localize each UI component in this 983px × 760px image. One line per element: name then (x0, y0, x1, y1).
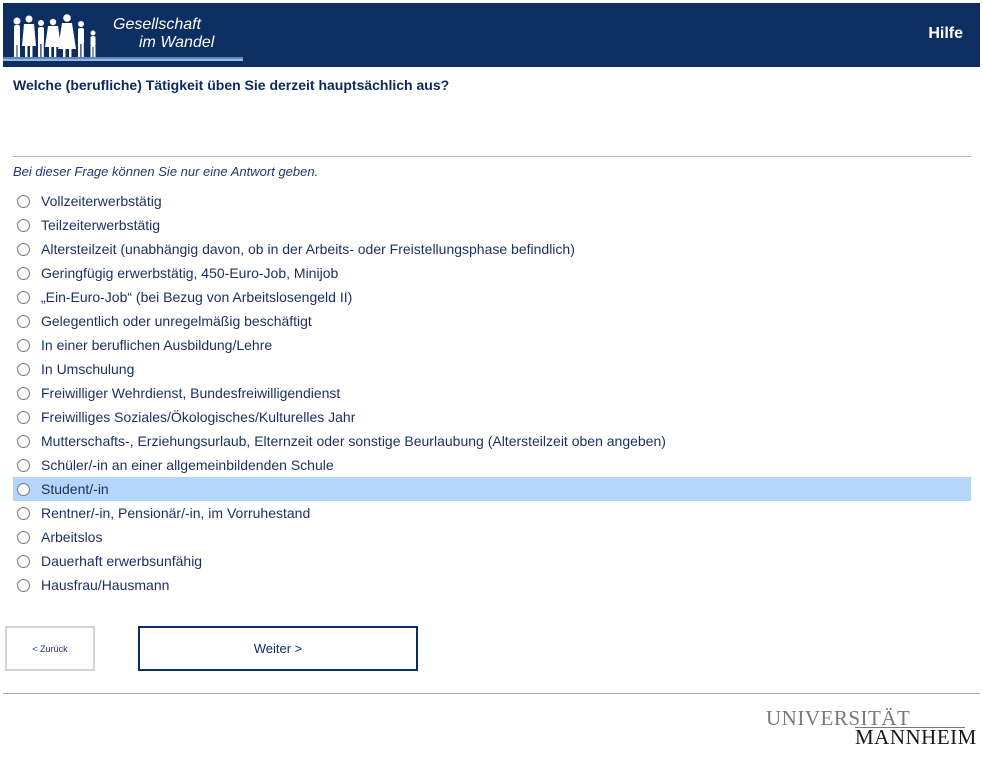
radio-button[interactable] (17, 266, 30, 280)
answer-option-label: Arbeitslos (41, 529, 103, 545)
gesellschaft-im-wandel-logo: Gesellschaft im Wandel (3, 3, 243, 67)
answer-option[interactable]: Rentner/-in, Pensionär/-in, im Vorruhest… (13, 501, 971, 525)
radio-button[interactable] (17, 506, 30, 520)
answer-option-label: Geringfügig erwerbstätig, 450-Euro-Job, … (41, 265, 339, 281)
question-divider (13, 156, 971, 157)
radio-button[interactable] (17, 554, 30, 568)
answer-option-label: In Umschulung (41, 361, 135, 377)
answer-option[interactable]: Vollzeiterwerbstätig (13, 189, 971, 213)
next-button[interactable]: Weiter > (138, 626, 418, 671)
radio-button[interactable] (17, 314, 30, 328)
answer-option[interactable]: Schüler/-in an einer allgemeinbildenden … (13, 453, 971, 477)
answer-option[interactable]: Student/-in (13, 477, 971, 501)
radio-button[interactable] (17, 218, 30, 232)
back-button[interactable]: < Zurück (5, 626, 95, 671)
logo-swoosh-line (3, 57, 243, 61)
radio-button[interactable] (17, 530, 30, 544)
radio-button[interactable] (17, 458, 30, 472)
answer-option-label: Hausfrau/Hausmann (41, 577, 170, 593)
answer-option[interactable]: Hausfrau/Hausmann (13, 573, 971, 597)
radio-button[interactable] (17, 434, 30, 448)
footer-divider (3, 693, 980, 694)
answer-option[interactable]: „Ein-Euro-Job“ (bei Bezug von Arbeitslos… (13, 285, 971, 309)
answer-option[interactable]: In Umschulung (13, 357, 971, 381)
answer-option-label: In einer beruflichen Ausbildung/Lehre (41, 337, 273, 353)
answer-option-label: „Ein-Euro-Job“ (bei Bezug von Arbeitslos… (41, 289, 353, 305)
help-link[interactable]: Hilfe (928, 25, 963, 43)
answer-instruction: Bei dieser Frage können Sie nur eine Ant… (13, 164, 319, 179)
answer-option[interactable]: Freiwilliger Wehrdienst, Bundesfreiwilli… (13, 381, 971, 405)
radio-button[interactable] (17, 194, 30, 208)
answer-option-label: Altersteilzeit (unabhängig davon, ob in … (41, 241, 575, 257)
answer-option-label: Gelegentlich oder unregelmäßig beschäfti… (41, 313, 312, 329)
universitaet-mannheim-logo: UNIVERSITÄT MANNHEIM (766, 707, 976, 748)
answer-option[interactable]: Dauerhaft erwerbsunfähig (13, 549, 971, 573)
logo-university-line2: MANNHEIM (855, 725, 977, 749)
answer-option[interactable]: Freiwilliges Soziales/Ökologisches/Kultu… (13, 405, 971, 429)
answer-options-list: Vollzeiterwerbstätig Teilzeiterwerbstätig… (13, 189, 971, 597)
answer-option-label: Vollzeiterwerbstätig (41, 193, 162, 209)
radio-button[interactable] (17, 290, 30, 304)
radio-button[interactable] (17, 338, 30, 352)
answer-option[interactable]: In einer beruflichen Ausbildung/Lehre (13, 333, 971, 357)
radio-button[interactable] (17, 578, 30, 592)
answer-option-label: Schüler/-in an einer allgemeinbildenden … (41, 457, 334, 473)
header-bar: Gesellschaft im Wandel Hilfe (3, 3, 980, 67)
answer-option[interactable]: Geringfügig erwerbstätig, 450-Euro-Job, … (13, 261, 971, 285)
answer-option[interactable]: Teilzeiterwerbstätig (13, 213, 971, 237)
radio-button[interactable] (17, 242, 30, 256)
radio-button[interactable] (17, 362, 30, 376)
answer-option-label: Rentner/-in, Pensionär/-in, im Vorruhest… (41, 505, 311, 521)
radio-button[interactable] (17, 410, 30, 424)
logo-text-line2: im Wandel (139, 34, 215, 51)
answer-option-label: Dauerhaft erwerbsunfähig (41, 553, 203, 569)
question-text: Welche (berufliche) Tätigkeit üben Sie d… (13, 77, 450, 93)
answer-option-label: Freiwilliges Soziales/Ökologisches/Kultu… (41, 409, 356, 425)
radio-button[interactable] (17, 482, 30, 496)
answer-option[interactable]: Arbeitslos (13, 525, 971, 549)
logo-text: Gesellschaft im Wandel (113, 16, 214, 52)
answer-option-label: Teilzeiterwerbstätig (41, 217, 161, 233)
answer-option-label: Student/-in (41, 481, 109, 497)
logo-text-line1: Gesellschaft (113, 16, 202, 33)
answer-option-label: Mutterschafts-, Erziehungsurlaub, Eltern… (41, 433, 666, 449)
radio-button[interactable] (17, 386, 30, 400)
answer-option-label: Freiwilliger Wehrdienst, Bundesfreiwilli… (41, 385, 341, 401)
answer-option[interactable]: Gelegentlich oder unregelmäßig beschäfti… (13, 309, 971, 333)
answer-option[interactable]: Mutterschafts-, Erziehungsurlaub, Eltern… (13, 429, 971, 453)
answer-option[interactable]: Altersteilzeit (unabhängig davon, ob in … (13, 237, 971, 261)
